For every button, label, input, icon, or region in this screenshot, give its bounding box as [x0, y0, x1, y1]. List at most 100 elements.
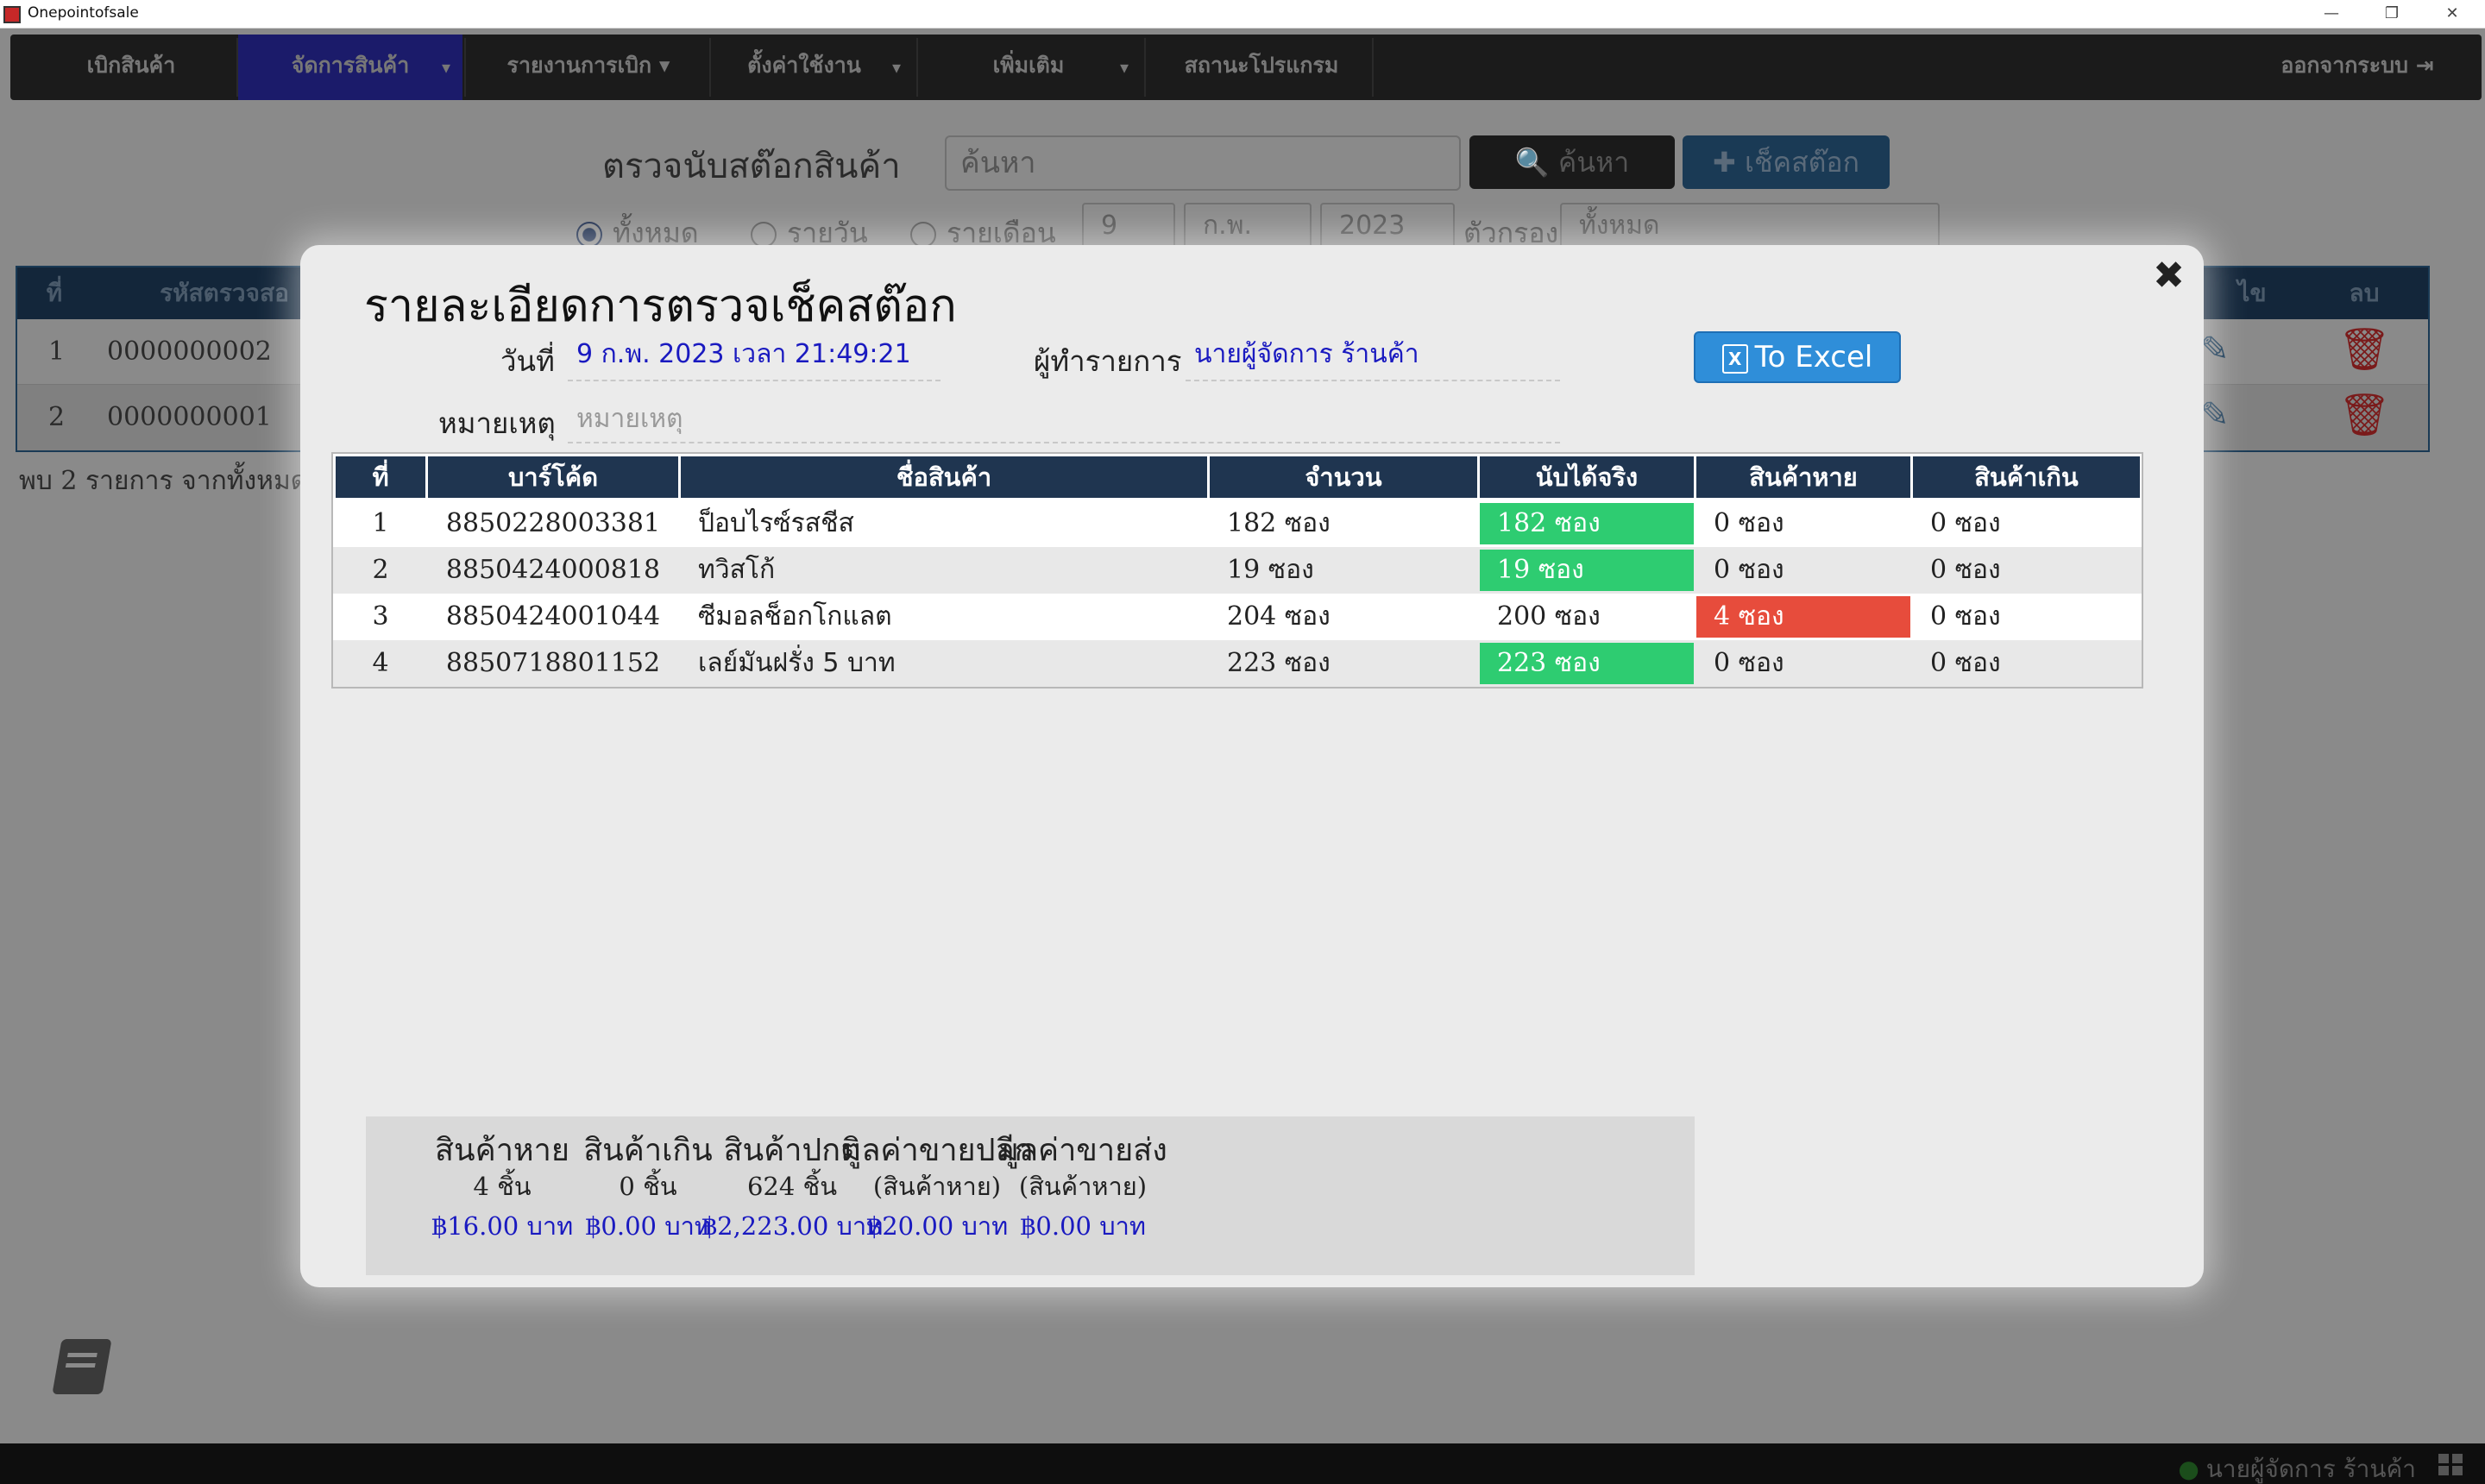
trash-icon[interactable]: 🗑: [2338, 324, 2391, 374]
month-select[interactable]: ก.พ.: [1184, 203, 1312, 249]
edit-icon[interactable]: ✎: [2200, 395, 2230, 435]
grid-icon[interactable]: [2438, 1454, 2464, 1476]
menu-divider: [709, 38, 711, 97]
column-header: ลบ: [2349, 279, 2380, 307]
status-bar: ● นายผู้จัดการ ร้านค้า: [0, 1443, 2485, 1484]
chevron-down-icon[interactable]: ▾: [433, 35, 459, 100]
chevron-down-icon[interactable]: ▾: [1111, 35, 1137, 100]
day-select[interactable]: 9: [1082, 203, 1175, 249]
column-header: ชื่อสินค้า: [681, 456, 1207, 498]
search-input[interactable]: ค้นหา: [945, 135, 1461, 191]
menu-item-manage-products[interactable]: จัดการสินค้า: [238, 35, 462, 100]
close-icon[interactable]: ✖: [2153, 254, 2185, 298]
column-header: ที่: [46, 279, 63, 307]
radio-dot: [576, 222, 602, 248]
cell-missing: 4 ซอง: [1696, 596, 1910, 638]
row-number: 2: [48, 402, 66, 432]
minimize-button[interactable]: —: [2306, 2, 2357, 26]
summary-sub: (สินค้าหาย): [1018, 1172, 1148, 1201]
cell-counted: 19 ซอง: [1480, 550, 1694, 591]
column-header: ที่: [336, 456, 425, 498]
summary-panel: สินค้าหาย 4 ชิ้น ฿16.00 บาท สินค้าเกิน 0 ชิ้…: [366, 1116, 1695, 1275]
cell-barcode: 8850228003381: [445, 508, 661, 538]
close-window-button[interactable]: ✕: [2426, 2, 2478, 26]
trash-icon[interactable]: 🗑: [2338, 390, 2391, 439]
year-select[interactable]: 2023: [1320, 203, 1455, 249]
menu-item-label: จัดการสินค้า: [291, 53, 410, 78]
detail-table: ที่ บาร์โค้ด ชื่อสินค้า จำนวน นับได้จริง…: [331, 452, 2143, 689]
cell-missing: 0 ซอง: [1714, 555, 1784, 585]
summary-item: มูลค่าขายส่ง (สินค้าหาย) ฿0.00 บาท: [953, 1116, 1212, 1246]
cell-name: ทวิสโก้: [698, 555, 776, 585]
cell-qty: 182 ซอง: [1227, 508, 1331, 538]
note-label: หมายเหตุ: [438, 406, 556, 440]
search-button[interactable]: 🔍 ค้นหา: [1469, 135, 1675, 189]
menu-divider: [464, 38, 466, 97]
column-header: บาร์โค้ด: [428, 456, 678, 498]
menu-item-withdraw-report[interactable]: รายงานการเบิก ▾: [476, 35, 701, 100]
restore-button[interactable]: ❐: [2366, 2, 2418, 26]
table-row: 2 8850424000818 ทวิสโก้ 19 ซอง 19 ซอง 0 ซอง 0 …: [333, 547, 2142, 594]
cell-counted: 223 ซอง: [1480, 643, 1694, 684]
radio-dot: [751, 222, 777, 248]
cell-name: เลย์มันฝรั่ง 5 บาท: [698, 648, 896, 678]
edit-icon[interactable]: ✎: [2200, 330, 2230, 369]
cell-missing: 0 ซอง: [1714, 508, 1784, 538]
detail-table-body: 1 8850228003381 ป็อบไรซ์รสชีส 182 ซอง 182 ซอ…: [333, 500, 2142, 687]
menu-divider: [1372, 38, 1374, 97]
detail-table-header: ที่ บาร์โค้ด ชื่อสินค้า จำนวน นับได้จริง…: [333, 454, 2142, 500]
cell-no: 4: [372, 648, 389, 678]
menu-item-settings[interactable]: ตั้งค่าใช้งาน: [718, 35, 890, 100]
user-icon: ●: [2178, 1455, 2199, 1483]
date-value: 9 ก.พ. 2023 เวลา 21:49:21: [568, 333, 941, 381]
cell-missing: 0 ซอง: [1714, 648, 1784, 678]
book-icon[interactable]: [52, 1339, 112, 1394]
window-title: Onepointofsale: [28, 4, 139, 22]
window-titlebar: Onepointofsale — ❐ ✕: [0, 0, 2485, 28]
cell-excess: 0 ซอง: [1930, 508, 2001, 538]
column-header: นับได้จริง: [1480, 456, 1694, 498]
summary-title: มูลค่าขายส่ง: [998, 1133, 1167, 1168]
export-excel-button[interactable]: X To Excel: [1694, 331, 1901, 383]
table-row: 3 8850424001044 ซีมอลช็อกโกแลต 204 ซอง 200 ซ…: [333, 594, 2142, 640]
cell-barcode: 8850424001044: [445, 601, 661, 632]
cell-no: 2: [372, 555, 389, 585]
cell-qty: 223 ซอง: [1227, 648, 1331, 678]
table-row: 4 8850718801152 เลย์มันฝรั่ง 5 บาท 223 ซอง 2…: [333, 640, 2142, 687]
chevron-down-icon: ▾: [658, 53, 670, 78]
summary-money: ฿0.00 บาท: [1019, 1211, 1147, 1241]
row-number: 1: [48, 336, 66, 367]
column-header: จำนวน: [1210, 456, 1477, 498]
status-user-name: นายผู้จัดการ ร้านค้า: [2205, 1455, 2416, 1483]
column-header: ไข: [2237, 279, 2267, 307]
table-row: 1 8850228003381 ป็อบไรซ์รสชีส 182 ซอง 182 ซอ…: [333, 500, 2142, 547]
menu-item-withdraw[interactable]: เบิกสินค้า: [28, 35, 235, 100]
filter-select[interactable]: ทั้งหมด: [1560, 203, 1940, 249]
cell-no: 1: [372, 508, 389, 538]
cell-name: ซีมอลช็อกโกแลต: [698, 601, 892, 632]
menu-item-program-status[interactable]: สถานะโปรแกรม: [1149, 35, 1374, 100]
check-stock-button[interactable]: ✚ เช็คสต๊อก: [1683, 135, 1890, 189]
menu-item-label: รายงานการเบิก: [506, 53, 652, 78]
operator-label: ผู้ทำรายการ: [1034, 344, 1182, 378]
cell-name: ป็อบไรซ์รสชีส: [698, 508, 854, 538]
result-count: พบ 2 รายการ จากทั้งหมด: [19, 466, 308, 496]
radio-dot: [910, 222, 936, 248]
menu-item-more[interactable]: เพิ่มเติม: [942, 35, 1115, 100]
chevron-down-icon[interactable]: ▾: [884, 35, 909, 100]
menu-bar: เบิกสินค้า จัดการสินค้า ▾ รายงานการเบิก …: [10, 35, 2482, 100]
cell-excess: 0 ซอง: [1930, 648, 2001, 678]
date-label: วันที่: [500, 344, 555, 378]
operator-value: นายผู้จัดการ ร้านค้า: [1186, 333, 1560, 381]
note-input[interactable]: [568, 395, 1560, 443]
export-excel-label: To Excel: [1754, 340, 1873, 374]
logout-button[interactable]: ออกจากระบบ ⇥: [2245, 35, 2469, 100]
cell-no: 3: [372, 601, 389, 632]
menu-divider: [916, 38, 918, 97]
column-header: สินค้าหาย: [1696, 456, 1910, 498]
app-icon: [3, 6, 21, 23]
cell-barcode: 8850718801152: [445, 648, 661, 678]
modal-title: รายละเอียดการตรวจเช็คสต๊อก: [364, 280, 957, 332]
excel-icon: X: [1721, 343, 1748, 374]
cell-counted: 200 ซอง: [1497, 601, 1601, 632]
